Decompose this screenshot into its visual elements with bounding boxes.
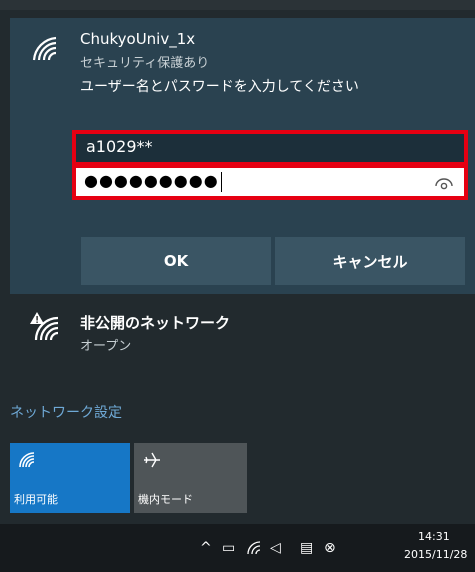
- quick-action-wifi[interactable]: 利用可能: [10, 443, 130, 513]
- ok-button[interactable]: OK: [81, 237, 271, 285]
- battery-icon[interactable]: ▭: [222, 540, 235, 556]
- wifi-tray-icon[interactable]: [246, 540, 262, 556]
- action-center-icon[interactable]: ▤: [300, 540, 313, 556]
- quick-action-wifi-label: 利用可能: [14, 493, 58, 506]
- network-ssid: ChukyoUniv_1x: [80, 30, 196, 48]
- network-security-status: セキュリティ保護あり: [80, 56, 210, 71]
- password-highlight: ●●●●●●●●●: [72, 164, 468, 200]
- airplane-icon: [144, 452, 160, 468]
- hidden-network-name[interactable]: 非公開のネットワーク: [80, 312, 230, 333]
- top-strip: [0, 0, 475, 10]
- wifi-warning-icon: [30, 312, 59, 341]
- username-highlight: a1029**: [72, 130, 468, 166]
- credentials-prompt: ユーザー名とパスワードを入力してください: [80, 79, 359, 95]
- network-settings-link[interactable]: ネットワーク設定: [10, 402, 122, 422]
- text-caret: [220, 171, 222, 192]
- quick-action-airplane[interactable]: 機内モード: [134, 443, 247, 513]
- cancel-button[interactable]: キャンセル: [275, 237, 465, 285]
- chevron-up-icon[interactable]: ^: [200, 540, 212, 556]
- clock-time[interactable]: 14:31: [418, 530, 450, 543]
- clock-date[interactable]: 2015/11/28: [404, 548, 467, 561]
- reveal-password-icon[interactable]: [434, 176, 454, 192]
- wifi-icon: [19, 452, 35, 468]
- close-circle-icon[interactable]: ⊗: [324, 540, 336, 556]
- username-field[interactable]: a1029**: [76, 134, 464, 162]
- password-field[interactable]: ●●●●●●●●●: [76, 168, 464, 196]
- quick-action-airplane-label: 機内モード: [138, 493, 193, 506]
- taskbar: ^ ▭ ◁ ▤ ⊗ 14:31 2015/11/28: [0, 524, 475, 572]
- wifi-secured-icon: [32, 36, 57, 61]
- speaker-icon[interactable]: ◁: [270, 540, 281, 556]
- password-mask: ●●●●●●●●●: [84, 171, 219, 190]
- hidden-network-status: オープン: [80, 339, 132, 354]
